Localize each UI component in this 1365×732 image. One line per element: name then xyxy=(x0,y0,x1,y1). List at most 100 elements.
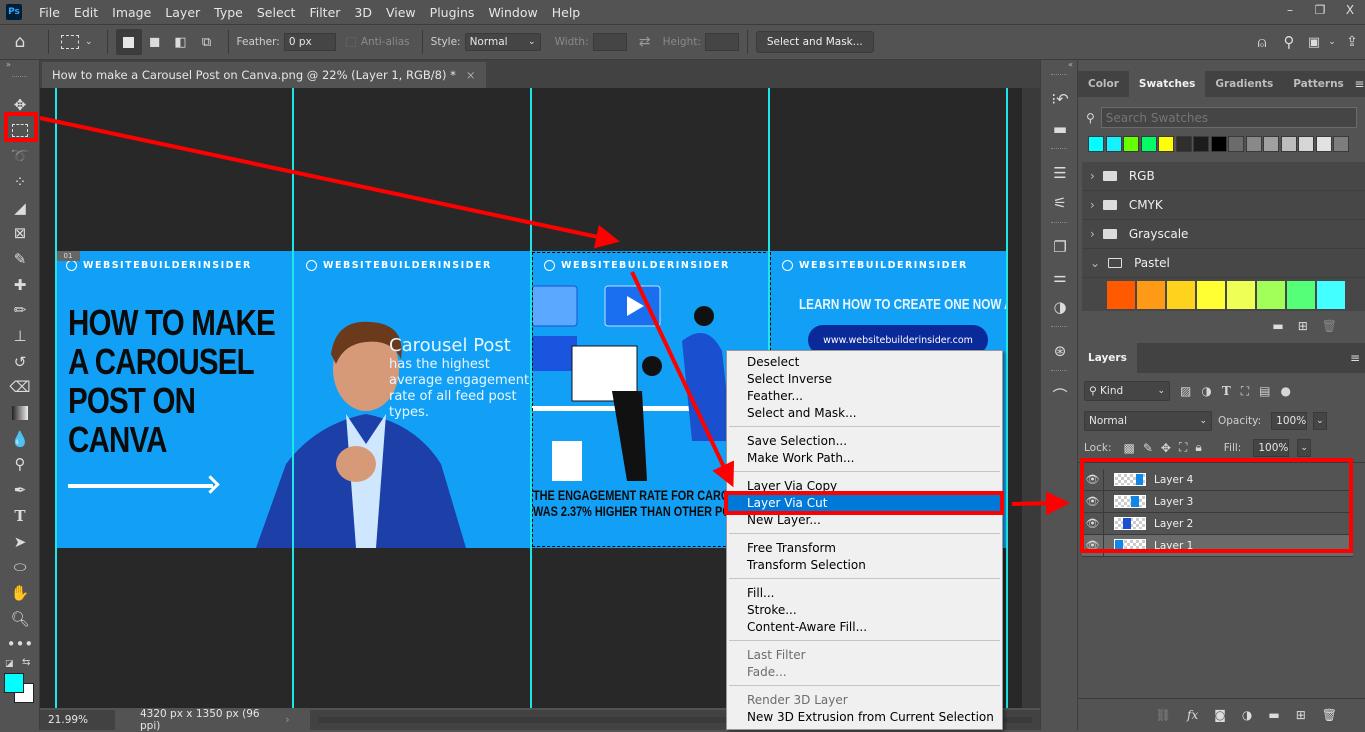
document-tab[interactable]: How to make a Carousel Post on Canva.png… xyxy=(42,62,486,88)
color-swatch[interactable] xyxy=(1158,136,1174,152)
color-swatch[interactable] xyxy=(1333,136,1349,152)
home-icon[interactable]: ⌂ xyxy=(0,32,40,52)
width-input[interactable] xyxy=(592,33,627,51)
chevron-right-icon[interactable]: › xyxy=(265,710,310,730)
select-and-mask-button[interactable]: Select and Mask... xyxy=(755,31,874,53)
lock-image-icon[interactable]: ✎ xyxy=(1143,441,1153,455)
tab-gradients[interactable]: Gradients xyxy=(1205,71,1283,97)
quick-selection-tool-icon[interactable]: ⁘ xyxy=(0,169,40,195)
intersect-selection-icon[interactable]: ⧉ xyxy=(194,35,220,50)
menu-window[interactable]: Window xyxy=(481,5,544,20)
tab-layers[interactable]: Layers xyxy=(1078,343,1137,373)
swap-dimensions-icon[interactable]: ⇄ xyxy=(627,34,663,50)
color-swatch[interactable] xyxy=(1245,136,1262,152)
menu-item-new-3d-extrusion[interactable]: New 3D Extrusion from Current Selection xyxy=(727,708,1002,725)
guide-line[interactable] xyxy=(292,88,294,708)
filter-smart-object-icon[interactable]: ▤ xyxy=(1259,384,1270,398)
swatch-group-pastel[interactable]: ⌄ Pastel xyxy=(1082,249,1365,278)
new-group-icon[interactable]: ▬ xyxy=(1272,319,1283,341)
pastel-swatch[interactable] xyxy=(1197,281,1225,309)
chevron-down-icon[interactable]: ⌄ xyxy=(1325,37,1339,47)
menu-select[interactable]: Select xyxy=(250,5,303,20)
filter-pixel-icon[interactable]: ▨ xyxy=(1180,384,1191,398)
restore-button[interactable]: ❐ xyxy=(1305,0,1335,20)
menu-item-free-transform[interactable]: Free Transform xyxy=(727,539,1002,556)
adjustments-icon[interactable]: ◑ xyxy=(1041,292,1079,322)
collapse-icon[interactable]: « xyxy=(1041,60,1077,70)
feather-input[interactable]: 0 px xyxy=(283,33,336,51)
menu-3d[interactable]: 3D xyxy=(347,5,379,20)
color-swatch[interactable] xyxy=(1298,136,1314,152)
more-tools-icon[interactable]: ••• xyxy=(0,631,40,657)
color-swatch[interactable] xyxy=(1140,136,1157,152)
zoom-level[interactable]: 21.99% xyxy=(40,714,115,726)
menu-item-make-work-path[interactable]: Make Work Path... xyxy=(727,449,1002,466)
lasso-tool-icon[interactable]: ➰ xyxy=(0,143,40,169)
close-window-button[interactable]: X xyxy=(1335,0,1365,20)
color-swatch[interactable] xyxy=(1228,136,1244,152)
add-mask-icon[interactable]: ◙ xyxy=(1214,708,1226,722)
search-icon[interactable]: ⚲ xyxy=(1275,33,1303,51)
lock-artboard-icon[interactable]: ⛶ xyxy=(1179,440,1187,455)
share-icon[interactable]: ⇪ xyxy=(1339,34,1365,50)
filter-adjustment-icon[interactable]: ◑ xyxy=(1201,384,1211,398)
menu-item-select-inverse[interactable]: Select Inverse xyxy=(727,370,1002,387)
color-swatch[interactable] xyxy=(1210,136,1227,152)
menu-layer[interactable]: Layer xyxy=(158,5,207,20)
clone-stamp-tool-icon[interactable]: ⊥ xyxy=(0,323,40,349)
color-swatch[interactable] xyxy=(1123,136,1139,152)
eyedropper-tool-icon[interactable]: ✎ xyxy=(0,246,40,272)
properties-icon[interactable]: ⚌ xyxy=(1041,262,1079,292)
menu-plugins[interactable]: Plugins xyxy=(423,5,482,20)
menu-image[interactable]: Image xyxy=(105,5,158,20)
menu-item-save-selection[interactable]: Save Selection... xyxy=(727,432,1002,449)
menu-help[interactable]: Help xyxy=(545,5,588,20)
color-swatch[interactable] xyxy=(1315,136,1332,152)
crop-tool-icon[interactable]: ◢ xyxy=(0,195,40,221)
blend-mode-select[interactable]: Normal ⌄ xyxy=(1084,411,1212,431)
collapse-icon[interactable]: » xyxy=(0,60,39,70)
blur-tool-icon[interactable]: 💧 xyxy=(0,426,40,452)
lock-transparent-icon[interactable]: ▩ xyxy=(1123,441,1134,455)
adjustment-layer-icon[interactable]: ◑ xyxy=(1242,708,1252,722)
frame-tool-icon[interactable]: ⊠ xyxy=(0,220,40,246)
ellipse-tool-icon[interactable]: ⬭ xyxy=(0,554,40,580)
guide-line[interactable] xyxy=(55,88,57,708)
filter-toggle-icon[interactable]: ● xyxy=(1281,384,1291,398)
history-icon[interactable]: ⁝↶ xyxy=(1041,84,1079,114)
menu-file[interactable]: File xyxy=(32,5,67,20)
tab-swatches[interactable]: Swatches xyxy=(1128,71,1206,97)
delete-swatch-icon[interactable]: 🗑︎ xyxy=(1322,319,1337,341)
opacity-input[interactable]: 100% xyxy=(1271,412,1308,430)
delete-layer-icon[interactable]: 🗑︎ xyxy=(1322,708,1337,722)
gradient-tool-icon[interactable] xyxy=(0,400,40,426)
filter-kind-select[interactable]: ⚲ Kind ⌄ xyxy=(1084,381,1170,401)
paths-icon[interactable]: ⌒ xyxy=(1041,380,1079,410)
new-selection-icon[interactable] xyxy=(115,29,142,55)
channels-icon[interactable]: ⊛ xyxy=(1041,336,1079,366)
menu-item-stroke[interactable]: Stroke... xyxy=(727,601,1002,618)
style-select[interactable]: Normal ⌄ xyxy=(464,33,541,51)
learn-icon[interactable]: ⍝ xyxy=(1249,33,1275,51)
filter-type-icon[interactable]: T xyxy=(1222,384,1231,398)
marquee-preset-icon[interactable] xyxy=(61,35,79,49)
dodge-tool-icon[interactable]: ⚲ xyxy=(0,452,40,478)
pastel-swatch[interactable] xyxy=(1227,281,1255,309)
pastel-swatch[interactable] xyxy=(1257,281,1285,309)
guide-line[interactable] xyxy=(530,88,532,708)
menu-item-content-aware-fill[interactable]: Content-Aware Fill... xyxy=(727,618,1002,635)
tab-patterns[interactable]: Patterns xyxy=(1283,71,1354,97)
color-swatch[interactable] xyxy=(1193,136,1209,152)
menu-filter[interactable]: Filter xyxy=(302,5,347,20)
close-tab-icon[interactable]: × xyxy=(466,68,476,82)
minimize-button[interactable]: – xyxy=(1275,0,1305,20)
pastel-swatch[interactable] xyxy=(1167,281,1195,309)
brushes-icon[interactable]: ⚟ xyxy=(1041,188,1079,218)
brush-tool-icon[interactable]: ✏ xyxy=(0,298,40,324)
foreground-color-swatch[interactable] xyxy=(4,673,24,694)
swatch-group-grayscale[interactable]: › Grayscale xyxy=(1082,220,1365,249)
color-swatch[interactable] xyxy=(1175,136,1192,152)
workspace-icon[interactable]: ▣ xyxy=(1303,35,1325,50)
panel-menu-icon[interactable]: ≡ xyxy=(1354,71,1365,97)
lock-all-icon[interactable]: 🔒︎ xyxy=(1195,440,1201,455)
